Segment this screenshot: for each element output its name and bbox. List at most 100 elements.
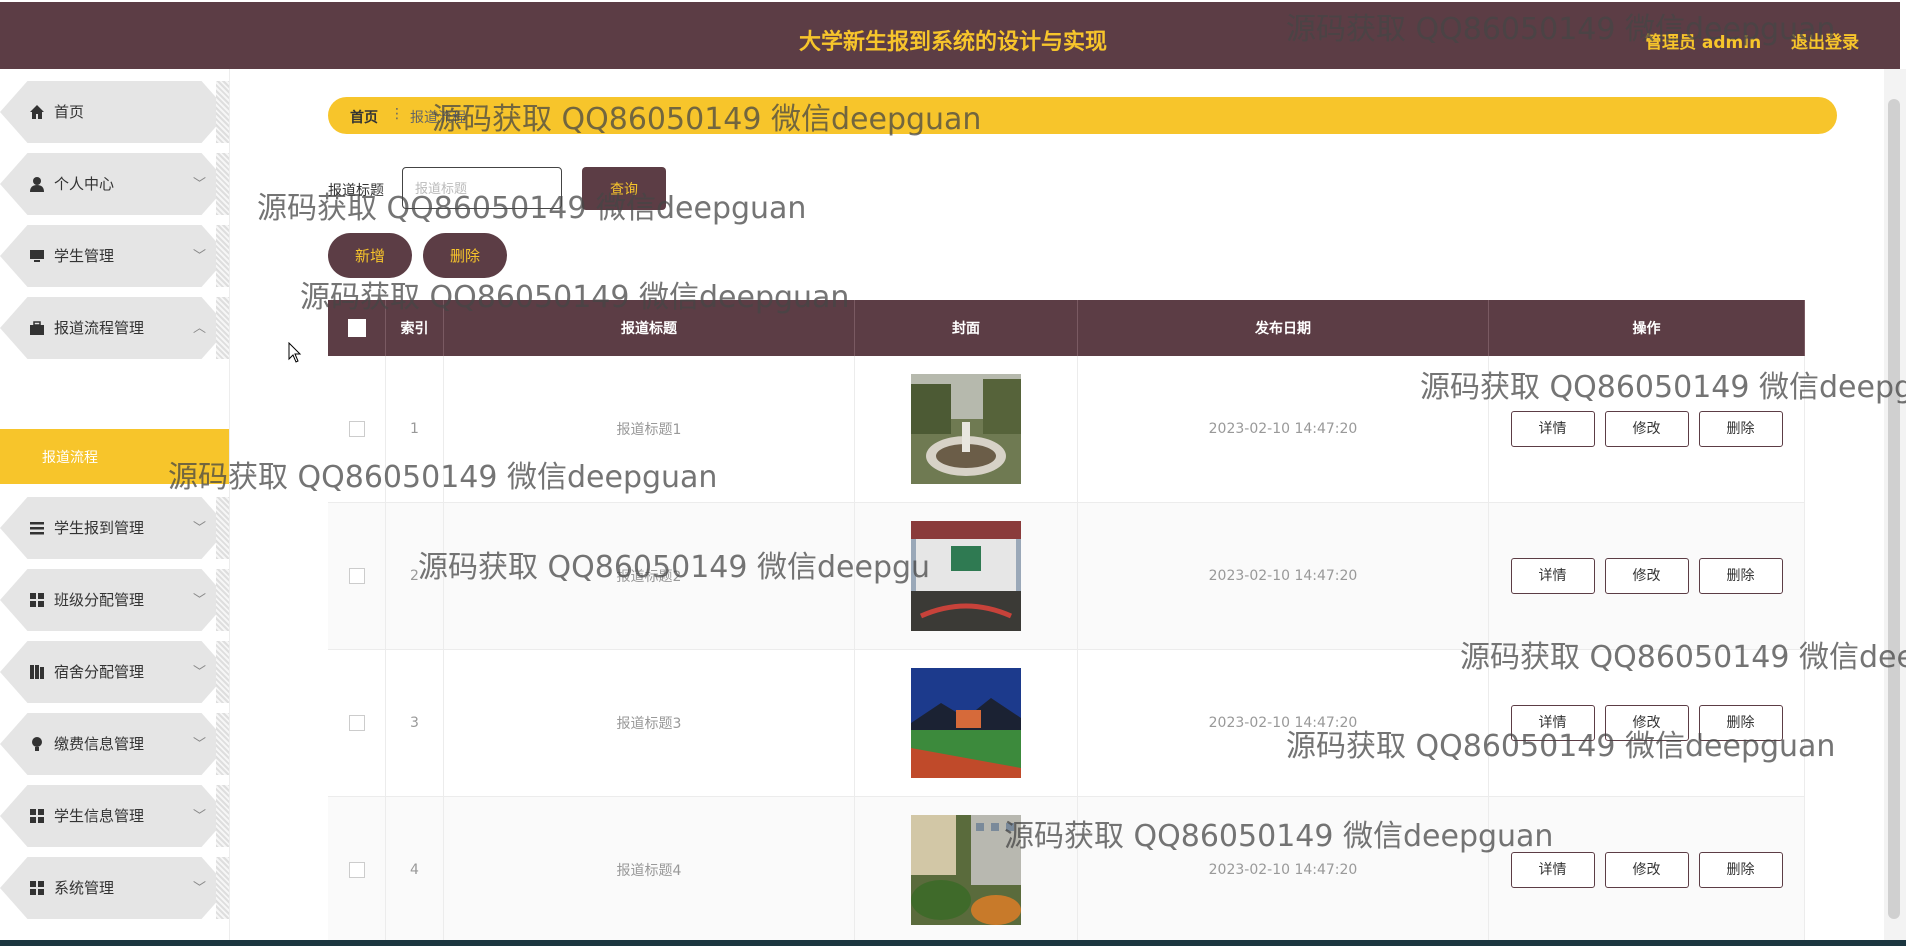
sidebar-item-home[interactable]: 首页 <box>0 81 229 143</box>
briefcase-icon <box>30 321 44 335</box>
cover-image[interactable] <box>911 815 1021 925</box>
header-date: 发布日期 <box>1077 300 1489 356</box>
home-icon <box>30 105 44 119</box>
row-index: 2 <box>385 502 444 650</box>
header-title: 报道标题 <box>443 300 855 356</box>
top-header: 大学新生报到系统的设计与实现 管理员 admin 退出登录 <box>0 2 1900 69</box>
row-date: 2023-02-10 14:47:20 <box>1077 796 1489 944</box>
sidebar-item-dorm-assignment-management[interactable]: 宿舍分配管理 ﹀ <box>0 641 229 703</box>
sidebar-item-system-management[interactable]: 系统管理 ﹀ <box>0 857 229 919</box>
chevron-down-icon: ﹀ <box>193 249 207 264</box>
row-index: 3 <box>385 649 444 797</box>
row-cover <box>854 649 1078 797</box>
row-title: 报道标题2 <box>443 502 855 650</box>
grid-icon <box>30 881 44 895</box>
table-row: 4 报道标题4 2023-02-10 14:47:20 详情 修改 删除 <box>328 796 1805 944</box>
chevron-down-icon: ﹀ <box>193 665 207 680</box>
row-ops: 详情 修改 删除 <box>1488 356 1805 503</box>
delete-button[interactable]: 删除 <box>1698 852 1783 888</box>
sidebar-item-student-management[interactable]: 学生管理 ﹀ <box>0 225 229 287</box>
sidebar-item-payment-info-management[interactable]: 缴费信息管理 ﹀ <box>0 713 229 775</box>
vertical-scrollbar[interactable] <box>1884 69 1906 946</box>
select-all-cell <box>328 300 386 356</box>
row-cover <box>854 796 1078 944</box>
row-date: 2023-02-10 14:47:20 <box>1077 356 1489 503</box>
edit-button[interactable]: 修改 <box>1604 411 1689 447</box>
taskbar-strip <box>0 940 1906 946</box>
edit-button[interactable]: 修改 <box>1604 852 1689 888</box>
sidebar-subitem-report-process[interactable]: 报道流程 <box>0 429 229 484</box>
sidebar-item-label: 首页 <box>54 103 85 121</box>
search-input[interactable] <box>402 167 562 209</box>
detail-button[interactable]: 详情 <box>1510 558 1595 594</box>
row-date: 2023-02-10 14:47:20 <box>1077 502 1489 650</box>
sidebar-item-label: 班级分配管理 <box>54 591 145 609</box>
breadcrumb-current: 报道流程 <box>410 110 466 126</box>
row-ops: 详情 修改 删除 <box>1488 502 1805 650</box>
breadcrumb-home[interactable]: 首页 <box>350 107 378 127</box>
monitor-icon <box>30 250 44 262</box>
add-button[interactable]: 新增 <box>328 233 412 278</box>
delete-button[interactable]: 删除 <box>1698 705 1783 741</box>
row-checkbox[interactable] <box>348 421 365 437</box>
chevron-down-icon: ﹀ <box>193 737 207 752</box>
cover-image[interactable] <box>911 374 1021 484</box>
header-ops: 操作 <box>1488 300 1805 356</box>
delete-button[interactable]: 删除 <box>1698 411 1783 447</box>
delete-button[interactable]: 删除 <box>1698 558 1783 594</box>
batch-delete-button[interactable]: 删除 <box>423 233 507 278</box>
sidebar-item-class-assignment-management[interactable]: 班级分配管理 ﹀ <box>0 569 229 631</box>
sidebar-item-personal-center[interactable]: 个人中心 ﹀ <box>0 153 229 215</box>
row-title: 报道标题3 <box>443 649 855 797</box>
breadcrumb-separator: ⋮ <box>390 106 404 122</box>
table-row: 2 报道标题2 2023-02-10 14:47:20 详情 修改 删除 <box>328 502 1805 650</box>
sidebar-subitem-label: 报道流程 <box>42 450 98 466</box>
current-user-label: 管理员 admin <box>1645 33 1762 53</box>
sidebar-item-label: 系统管理 <box>54 879 115 897</box>
table-row: 1 报道标题1 2023-02-10 14:47:20 详情 修改 删除 <box>328 356 1805 503</box>
app-title: 大学新生报到系统的设计与实现 <box>798 30 1107 55</box>
sidebar-item-student-info-management[interactable]: 学生信息管理 ﹀ <box>0 785 229 847</box>
edit-button[interactable]: 修改 <box>1604 705 1689 741</box>
header-index: 索引 <box>385 300 444 356</box>
header-cover: 封面 <box>854 300 1078 356</box>
edit-button[interactable]: 修改 <box>1604 558 1689 594</box>
report-process-table: 索引 报道标题 封面 发布日期 操作 1 报道标题1 2023-02-10 14… <box>328 300 1805 944</box>
user-icon <box>30 177 44 192</box>
logout-link[interactable]: 退出登录 <box>1791 28 1859 53</box>
detail-button[interactable]: 详情 <box>1510 411 1595 447</box>
sidebar: 首页 个人中心 ﹀ 学生管理 ﹀ 报道流程管理 ︿ 报道流程 学生报到管理 ﹀ … <box>0 69 230 946</box>
table-row: 3 报道标题3 2023-02-10 14:47:20 详情 修改 删除 <box>328 649 1805 797</box>
sidebar-item-student-checkin-management[interactable]: 学生报到管理 ﹀ <box>0 497 229 559</box>
scrollbar-thumb[interactable] <box>1888 99 1900 919</box>
chevron-down-icon: ﹀ <box>193 177 207 192</box>
bulb-icon <box>32 737 42 751</box>
mouse-cursor-icon <box>288 342 302 363</box>
sidebar-item-label: 学生报到管理 <box>54 519 145 537</box>
detail-button[interactable]: 详情 <box>1510 705 1595 741</box>
chevron-down-icon: ﹀ <box>193 809 207 824</box>
chevron-down-icon: ﹀ <box>193 521 207 536</box>
row-checkbox[interactable] <box>348 568 365 584</box>
sidebar-item-label: 学生管理 <box>54 247 115 265</box>
row-index: 4 <box>385 796 444 944</box>
row-index: 1 <box>385 356 444 503</box>
chevron-down-icon: ﹀ <box>193 593 207 608</box>
row-cover <box>854 502 1078 650</box>
breadcrumb: 首页 ⋮ 报道流程 <box>328 97 1837 134</box>
detail-button[interactable]: 详情 <box>1510 852 1595 888</box>
chevron-up-icon: ︿ <box>193 321 207 336</box>
row-title: 报道标题1 <box>443 356 855 503</box>
cover-image[interactable] <box>911 521 1021 631</box>
row-checkbox[interactable] <box>348 715 365 731</box>
sidebar-item-label: 个人中心 <box>54 175 115 193</box>
sidebar-item-report-process-management[interactable]: 报道流程管理 ︿ <box>0 297 229 359</box>
select-all-checkbox[interactable] <box>347 319 366 337</box>
book-icon <box>30 665 44 679</box>
cover-image[interactable] <box>911 668 1021 778</box>
list-icon <box>30 522 44 535</box>
row-checkbox[interactable] <box>348 862 365 878</box>
sidebar-item-label: 报道流程管理 <box>54 319 145 337</box>
sidebar-item-label: 宿舍分配管理 <box>54 663 145 681</box>
query-button[interactable]: 查询 <box>582 167 666 210</box>
